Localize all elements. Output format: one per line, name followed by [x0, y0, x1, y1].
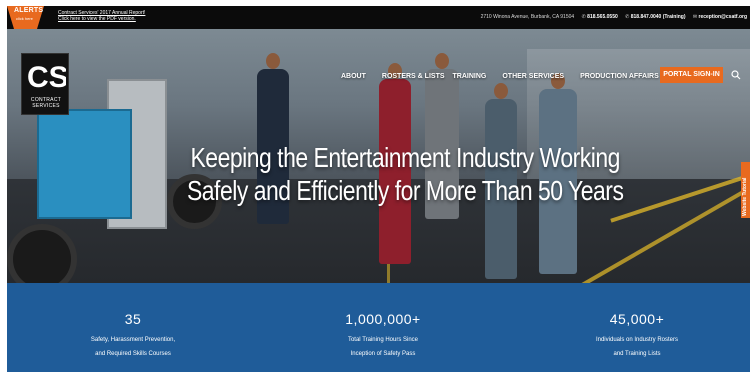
website-tutorial-label: Website Tutorial — [742, 177, 748, 216]
hero-banner: CS CONTRACT SERVICES ABOUT ROSTERS & LIS… — [7, 29, 750, 283]
page-frame: ALERTS click here Contract Services' 201… — [7, 6, 750, 372]
search-icon[interactable] — [731, 70, 741, 80]
hero-headline-line1: Keeping the Entertainment Industry Worki… — [190, 142, 620, 173]
stat-description-line2: and Training Lists — [613, 351, 661, 357]
top-bar: ALERTS click here Contract Services' 201… — [7, 6, 750, 29]
logo-line2: SERVICES — [32, 103, 60, 109]
nav-item-about[interactable]: ABOUT — [341, 73, 366, 80]
address-text: 2710 Winona Avenue, Burbank, CA 91504 — [480, 14, 575, 20]
person-head — [435, 53, 449, 69]
stat-number: 45,000+ — [609, 311, 665, 327]
logo-mark-text: CS — [27, 61, 66, 94]
email-link[interactable]: ✉ reception@csatf.org — [693, 14, 747, 20]
hero-headline: Keeping the Entertainment Industry Worki… — [77, 141, 733, 207]
nav-item-training[interactable]: TRAINING — [453, 73, 487, 80]
stat-courses: 35 Safety, Harassment Prevention, and Re… — [33, 311, 233, 361]
phone-training[interactable]: ✆ 818.847.0040 (Training) — [625, 14, 685, 20]
stats-band: 35 Safety, Harassment Prevention, and Re… — [7, 283, 750, 372]
phone-training-number: 818.847.0040 (Training) — [630, 14, 686, 20]
stat-number: 1,000,000+ — [345, 311, 421, 327]
lift-wheel — [7, 224, 77, 283]
stat-description-line1: Safety, Harassment Prevention, — [90, 337, 176, 343]
email-text: reception@csatf.org — [698, 14, 748, 20]
person-head — [266, 53, 280, 69]
annual-report-line2: Click here to view the PDF version. — [58, 16, 136, 22]
stat-description: Individuals on Industry Rosters and Trai… — [537, 333, 737, 361]
stat-description-line2: Inception of Safety Pass — [350, 351, 416, 357]
stat-description-line1: Total Training Hours Since — [347, 337, 419, 343]
stat-description-line2: and Required Skills Courses — [95, 351, 171, 357]
main-nav: ABOUT ROSTERS & LISTS TRAINING OTHER SER… — [341, 69, 711, 83]
annual-report-link[interactable]: Contract Services' 2017 Annual Report! C… — [58, 10, 145, 22]
site-logo[interactable]: CS CONTRACT SERVICES — [21, 53, 69, 115]
portal-signin-button[interactable]: PORTAL SIGN-IN — [660, 67, 723, 83]
stat-number: 35 — [124, 311, 142, 327]
contact-info: 2710 Winona Avenue, Burbank, CA 91504 ✆ … — [475, 14, 747, 20]
logo-mark-icon: CS — [27, 61, 66, 94]
nav-item-rosters-lists[interactable]: ROSTERS & LISTS — [382, 73, 445, 80]
stat-description: Total Training Hours Since Inception of … — [283, 333, 483, 361]
alerts-title: ALERTS — [14, 7, 44, 14]
website-tutorial-tab[interactable]: Website Tutorial — [741, 162, 750, 218]
stat-description-line1: Individuals on Industry Rosters — [595, 337, 679, 343]
phone-main[interactable]: ✆ 818.565.0550 — [582, 14, 618, 20]
stat-description: Safety, Harassment Prevention, and Requi… — [33, 333, 233, 361]
hero-headline-line2: Safely and Efficiently for More Than 50 … — [186, 175, 624, 206]
alerts-subtitle: click here — [16, 16, 33, 21]
nav-item-other-services[interactable]: OTHER SERVICES — [502, 73, 564, 80]
logo-wordmark: CONTRACT SERVICES — [22, 97, 70, 109]
person-head — [494, 83, 508, 99]
phone-main-number: 818.565.0550 — [587, 14, 618, 20]
alerts-badge[interactable]: ALERTS click here — [7, 6, 44, 29]
stat-training-hours: 1,000,000+ Total Training Hours Since In… — [283, 311, 483, 361]
stat-individuals: 45,000+ Individuals on Industry Rosters … — [537, 311, 737, 361]
